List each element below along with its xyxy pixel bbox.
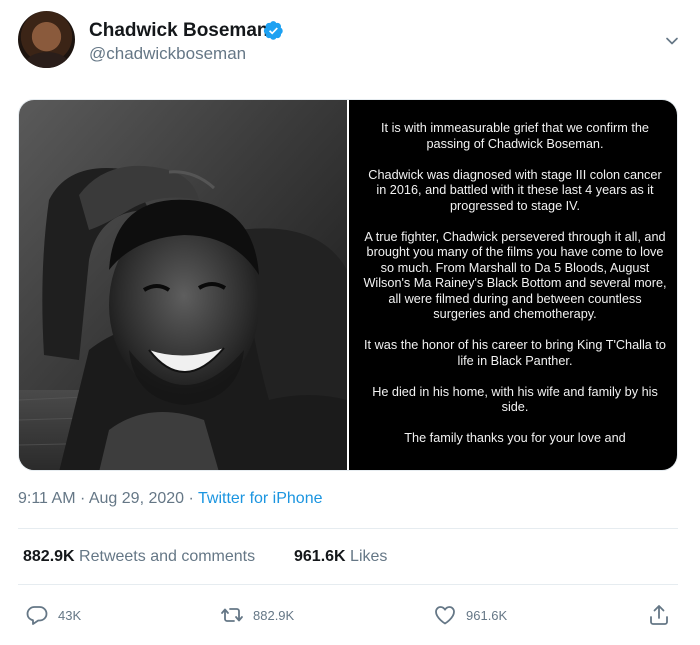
like-icon	[435, 606, 455, 625]
tweet-source-link[interactable]: Twitter for iPhone	[198, 490, 323, 507]
reply-count: 43K	[58, 607, 82, 623]
tweet-media[interactable]: It is with immeasurable grief that we co…	[18, 99, 678, 471]
like-count: 961.6K	[466, 607, 508, 623]
statement-paragraph: Chadwick was diagnosed with stage III co…	[368, 167, 662, 213]
portrait-image	[19, 100, 347, 470]
like-button[interactable]: 961.6K	[433, 598, 507, 632]
divider	[18, 584, 678, 585]
divider	[18, 528, 678, 529]
chevron-down-icon[interactable]	[662, 31, 682, 51]
likes-stat[interactable]: 961.6K Likes	[294, 548, 387, 566]
user-handle[interactable]: @chadwickboseman	[89, 44, 246, 64]
portrait-photo[interactable]	[19, 100, 347, 470]
statement-image[interactable]: It is with immeasurable grief that we co…	[349, 100, 677, 470]
display-name[interactable]: Chadwick Boseman	[89, 20, 269, 42]
tweet-time[interactable]: 9:11 AM	[18, 490, 76, 507]
reply-button[interactable]: 43K	[25, 598, 81, 632]
reply-icon	[26, 606, 48, 625]
statement-paragraph: He died in his home, with his wife and f…	[372, 384, 658, 415]
avatar[interactable]	[18, 11, 75, 68]
likes-count: 961.6K	[294, 548, 346, 565]
retweet-icon	[221, 608, 243, 622]
retweet-button[interactable]: 882.9K	[220, 598, 294, 632]
meta-separator: ·	[79, 490, 86, 507]
tweet-metadata: 9:11 AM · Aug 29, 2020 · Twitter for iPh…	[18, 490, 323, 508]
statement-paragraph: The family thanks you for your love and	[404, 431, 626, 445]
statement-paragraph: A true fighter, Chadwick persevered thro…	[363, 229, 667, 322]
action-bar: 43K 882.9K 961.6K	[0, 598, 700, 632]
retweets-count: 882.9K	[23, 548, 75, 565]
share-icon	[650, 605, 668, 625]
retweets-label: Retweets and comments	[79, 548, 256, 565]
tweet-date[interactable]: Aug 29, 2020	[89, 490, 184, 507]
retweet-count: 882.9K	[253, 607, 295, 623]
share-button[interactable]	[647, 598, 671, 632]
statement-text: It is with immeasurable grief that we co…	[363, 121, 667, 462]
meta-separator: ·	[188, 490, 194, 507]
statement-paragraph: It was the honor of his career to bring …	[364, 338, 666, 368]
statement-paragraph: It is with immeasurable grief that we co…	[381, 121, 649, 151]
likes-label: Likes	[350, 548, 388, 565]
verified-badge-icon	[263, 21, 283, 40]
tweet-header: Chadwick Boseman @chadwickboseman	[18, 11, 688, 71]
retweets-stat[interactable]: 882.9K Retweets and comments	[23, 548, 255, 566]
tweet-card: Chadwick Boseman @chadwickboseman It is …	[0, 0, 700, 645]
